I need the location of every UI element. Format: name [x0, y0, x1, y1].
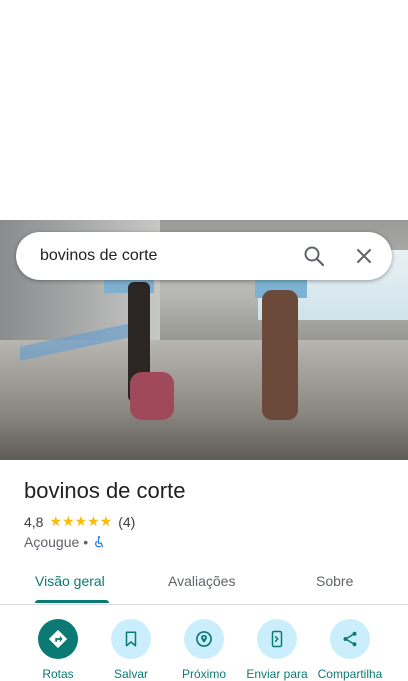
tab-bar: Visão geral Avaliações Sobre [0, 562, 408, 605]
category-row: Açougue • [24, 534, 106, 550]
tab-about[interactable]: Sobre [316, 562, 353, 602]
wheelchair-accessible-icon [95, 536, 104, 548]
share-button[interactable]: Compartilha [310, 619, 390, 681]
search-bar[interactable]: bovinos de corte [16, 232, 392, 280]
separator-dot: • [83, 534, 89, 550]
send-to-phone-label: Enviar para [246, 667, 308, 681]
rating-value: 4,8 [24, 513, 44, 530]
star-rating-icon: ★★★★★ [49, 513, 113, 529]
review-count[interactable]: (4) [118, 514, 135, 530]
share-label: Compartilha [317, 667, 383, 681]
directions-label: Rotas [42, 667, 74, 681]
search-icon[interactable] [302, 244, 326, 268]
tab-indicator [35, 600, 109, 603]
save-label: Salvar [113, 667, 148, 681]
rating-row[interactable]: 4,8 ★★★★★ (4) [24, 513, 135, 530]
send-to-phone-icon [257, 619, 297, 659]
tab-reviews[interactable]: Avaliações [168, 562, 235, 602]
map-area-blank [0, 0, 408, 220]
send-to-phone-button[interactable]: Enviar para [237, 619, 317, 681]
directions-button[interactable]: Rotas [18, 619, 98, 681]
tab-overview[interactable]: Visão geral [35, 562, 105, 602]
photo-floor [0, 340, 408, 460]
nearby-button[interactable]: Próximo [164, 619, 244, 681]
bookmark-icon [111, 619, 151, 659]
save-button[interactable]: Salvar [91, 619, 171, 681]
nearby-label: Próximo [181, 667, 226, 681]
photo-leg-right [262, 290, 298, 420]
search-input[interactable]: bovinos de corte [40, 232, 157, 280]
place-category: Açougue [24, 534, 80, 550]
close-icon[interactable] [352, 244, 376, 268]
nearby-icon [184, 619, 224, 659]
directions-icon [38, 619, 78, 659]
share-icon [330, 619, 370, 659]
action-bar: Rotas Salvar Próximo Enviar para Compart… [0, 605, 408, 681]
place-title: bovinos de corte [24, 478, 186, 503]
photo-skateboard [130, 372, 174, 420]
